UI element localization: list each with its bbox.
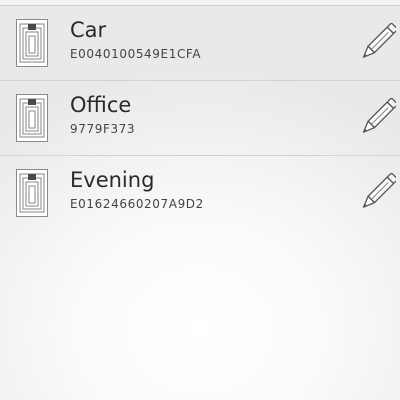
tag-name: Office <box>70 93 132 117</box>
edit-button[interactable] <box>360 22 396 62</box>
edit-button[interactable] <box>360 172 396 212</box>
edit-button[interactable] <box>360 97 396 137</box>
tag-id: 9779F373 <box>70 122 136 136</box>
list-item-tag[interactable]: Evening E01624660207A9D2 <box>0 156 400 230</box>
pencil-icon <box>362 22 396 58</box>
list-item-tag[interactable]: Car E0040100549E1CFA <box>0 6 400 81</box>
pencil-icon <box>362 97 396 133</box>
tag-name: Evening <box>70 168 155 192</box>
tag-name: Car <box>70 18 107 42</box>
list-item-tag[interactable]: Office 9779F373 <box>0 81 400 156</box>
tag-id: E01624660207A9D2 <box>70 197 204 211</box>
tag-list: Car E0040100549E1CFA Office 9779F373 Eve… <box>0 6 400 230</box>
nfc-tag-icon <box>16 19 48 67</box>
nfc-tag-icon <box>16 94 48 142</box>
tag-id: E0040100549E1CFA <box>70 47 202 61</box>
nfc-tag-icon <box>16 169 48 217</box>
pencil-icon <box>362 172 396 208</box>
